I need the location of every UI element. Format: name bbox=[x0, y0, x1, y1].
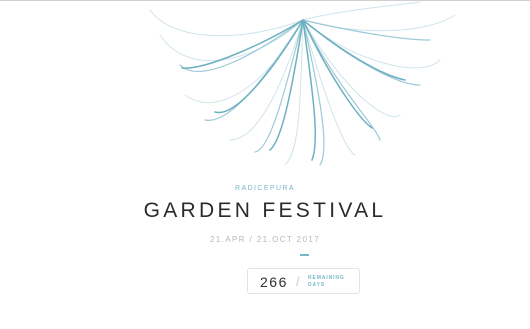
countdown-value: 266 bbox=[260, 274, 288, 290]
countdown-label-line2: DAYS bbox=[308, 282, 326, 288]
event-dates: 21.APR / 21.OCT 2017 bbox=[209, 235, 321, 244]
hero-section: RADICEPURA GARDEN FESTIVAL 21.APR / 21.O… bbox=[0, 0, 530, 329]
countdown-label: REMAINING DAYS bbox=[308, 275, 356, 289]
event-subtitle: RADICEPURA bbox=[235, 185, 295, 192]
accent-dash bbox=[300, 254, 309, 256]
countdown-box: 266 / REMAINING DAYS bbox=[247, 268, 360, 294]
countdown-separator: / bbox=[296, 274, 300, 289]
countdown-label-line1: REMAINING bbox=[308, 275, 345, 281]
event-title: GARDEN FESTIVAL bbox=[143, 199, 387, 222]
